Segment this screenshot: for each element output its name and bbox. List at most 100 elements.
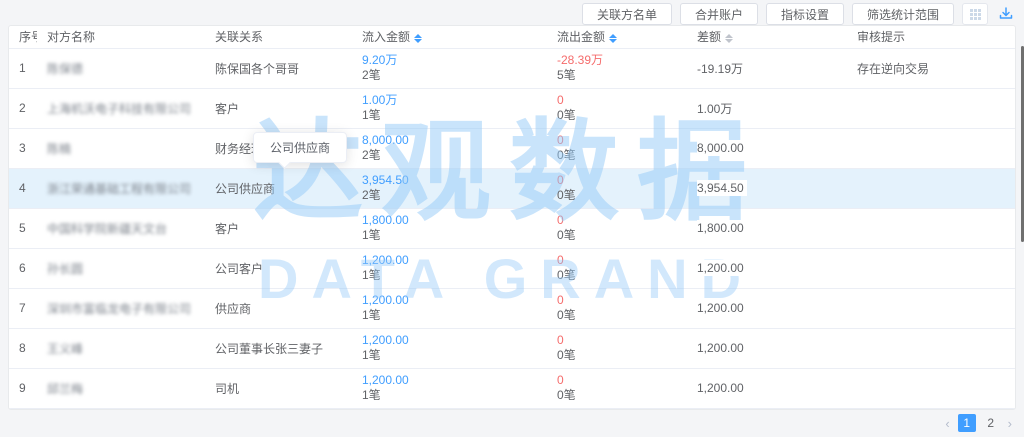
outflow-count: 0笔 xyxy=(557,228,576,242)
cell-counterparty-name: 王义峰 xyxy=(37,328,205,368)
download-button[interactable] xyxy=(996,3,1016,25)
cell-counterparty-name: 陈楠 xyxy=(37,128,205,168)
cell-difference: 1,200.00 xyxy=(687,288,847,328)
cell-inflow: 1,200.00 1笔 xyxy=(352,248,547,288)
related-party-table-panel: 序号 对方名称 关联关系 流入金额 流出金额 差额 审核提示 1 xyxy=(8,25,1016,410)
column-header-difference[interactable]: 差额 xyxy=(687,26,847,48)
grid-icon xyxy=(970,9,981,20)
table-row[interactable]: 4 浙江荣通基础工程有限公司 公司供应商 3,954.50 2笔 0 0笔 3,… xyxy=(9,168,1015,208)
cell-outflow: -28.39万 5笔 xyxy=(547,48,687,88)
related-party-table: 序号 对方名称 关联关系 流入金额 流出金额 差额 审核提示 1 xyxy=(9,26,1015,409)
cell-outflow: 0 0笔 xyxy=(547,168,687,208)
page-button-1[interactable]: 1 xyxy=(958,414,976,432)
column-header-inflow-amount[interactable]: 流入金额 xyxy=(352,26,547,48)
cell-outflow: 0 0笔 xyxy=(547,248,687,288)
inflow-amount-link[interactable]: 1.00万 xyxy=(362,93,537,108)
cell-difference: 1.00万 xyxy=(687,88,847,128)
redacted-name: 浙江荣通基础工程有限公司 xyxy=(47,182,191,196)
cell-outflow: 0 0笔 xyxy=(547,208,687,248)
table-row[interactable]: 6 孙长圆 公司客户 1,200.00 1笔 0 0笔 1,200.00 xyxy=(9,248,1015,288)
column-header-index: 序号 xyxy=(9,26,37,48)
indicator-settings-button[interactable]: 指标设置 xyxy=(766,3,844,25)
redacted-name: 中国科学院新疆天文台 xyxy=(47,222,167,236)
outflow-amount-link[interactable]: 0 xyxy=(557,93,677,108)
outflow-count: 0笔 xyxy=(557,108,576,122)
cell-index: 2 xyxy=(9,88,37,128)
table-row[interactable]: 2 上海机沃电子科技有限公司 客户 1.00万 1笔 0 0笔 1.00万 xyxy=(9,88,1015,128)
outflow-amount-link[interactable]: -28.39万 xyxy=(557,53,677,68)
inflow-amount-link[interactable]: 1,200.00 xyxy=(362,333,537,348)
inflow-amount-link[interactable]: 8,000.00 xyxy=(362,133,537,148)
column-header-relationship: 关联关系 xyxy=(205,26,352,48)
outflow-amount-link[interactable]: 0 xyxy=(557,293,677,308)
cell-relationship: 客户 xyxy=(205,88,352,128)
table-row[interactable]: 9 邱兰梅 司机 1,200.00 1笔 0 0笔 1,200.00 xyxy=(9,368,1015,408)
redacted-name: 深圳市富临龙电子有限公司 xyxy=(47,302,191,316)
sort-icon[interactable] xyxy=(609,34,617,43)
download-icon xyxy=(999,7,1013,21)
inflow-amount-link[interactable]: 9.20万 xyxy=(362,53,537,68)
outflow-amount-link[interactable]: 0 xyxy=(557,373,677,388)
cell-outflow: 0 0笔 xyxy=(547,288,687,328)
redacted-name: 上海机沃电子科技有限公司 xyxy=(47,102,191,116)
cell-relationship: 公司董事长张三妻子 xyxy=(205,328,352,368)
cell-index: 5 xyxy=(9,208,37,248)
filter-statistics-range-button[interactable]: 筛选统计范围 xyxy=(852,3,954,25)
cell-inflow: 8,000.00 2笔 xyxy=(352,128,547,168)
cell-inflow: 1,200.00 1笔 xyxy=(352,368,547,408)
outflow-count: 5笔 xyxy=(557,68,576,82)
cell-difference: 1,200.00 xyxy=(687,328,847,368)
cell-index: 8 xyxy=(9,328,37,368)
cell-relationship: 司机 xyxy=(205,368,352,408)
table-row[interactable]: 7 深圳市富临龙电子有限公司 供应商 1,200.00 1笔 0 0笔 1,20… xyxy=(9,288,1015,328)
outflow-count: 0笔 xyxy=(557,188,576,202)
grid-icon-button[interactable] xyxy=(962,3,988,25)
related-party-list-button[interactable]: 关联方名单 xyxy=(582,3,672,25)
cell-index: 3 xyxy=(9,128,37,168)
inflow-amount-link[interactable]: 1,800.00 xyxy=(362,213,537,228)
sort-icon[interactable] xyxy=(725,34,733,43)
outflow-amount-link[interactable]: 0 xyxy=(557,333,677,348)
pagination: ‹ 1 2 › xyxy=(943,414,1014,432)
cell-counterparty-name: 中国科学院新疆天文台 xyxy=(37,208,205,248)
cell-difference: 1,200.00 xyxy=(687,368,847,408)
outflow-amount-link[interactable]: 0 xyxy=(557,253,677,268)
table-row[interactable]: 8 王义峰 公司董事长张三妻子 1,200.00 1笔 0 0笔 1,200.0… xyxy=(9,328,1015,368)
cell-audit-hint xyxy=(847,88,1015,128)
cell-counterparty-name: 上海机沃电子科技有限公司 xyxy=(37,88,205,128)
inflow-amount-link[interactable]: 1,200.00 xyxy=(362,373,537,388)
outflow-amount-link[interactable]: 0 xyxy=(557,213,677,228)
column-header-counterparty-name: 对方名称 xyxy=(37,26,205,48)
outflow-count: 0笔 xyxy=(557,388,576,402)
next-page-arrow[interactable]: › xyxy=(1006,416,1014,431)
cell-difference: 1,800.00 xyxy=(687,208,847,248)
outflow-amount-link[interactable]: 0 xyxy=(557,133,677,148)
cell-index: 9 xyxy=(9,368,37,408)
redacted-name: 孙长圆 xyxy=(47,262,83,276)
cell-difference: -19.19万 xyxy=(687,48,847,88)
cell-audit-hint xyxy=(847,288,1015,328)
inflow-amount-link[interactable]: 1,200.00 xyxy=(362,253,537,268)
outflow-amount-link[interactable]: 0 xyxy=(557,173,677,188)
cell-relationship: 供应商 xyxy=(205,288,352,328)
table-header-row: 序号 对方名称 关联关系 流入金额 流出金额 差额 审核提示 xyxy=(9,26,1015,48)
table-row[interactable]: 1 陈保德 陈保国各个哥哥 9.20万 2笔 -28.39万 5笔 -19.19… xyxy=(9,48,1015,88)
cell-inflow: 1,200.00 1笔 xyxy=(352,288,547,328)
redacted-name: 陈保德 xyxy=(47,62,83,76)
column-header-outflow-amount[interactable]: 流出金额 xyxy=(547,26,687,48)
redacted-name: 王义峰 xyxy=(47,342,83,356)
table-row[interactable]: 5 中国科学院新疆天文台 客户 1,800.00 1笔 0 0笔 1,800.0… xyxy=(9,208,1015,248)
table-row[interactable]: 3 陈楠 财务经理 8,000.00 2笔 0 0笔 8,000.00 xyxy=(9,128,1015,168)
cell-index: 4 xyxy=(9,168,37,208)
sort-icon[interactable] xyxy=(414,34,422,43)
cell-audit-hint: 存在逆向交易 xyxy=(847,48,1015,88)
inflow-amount-link[interactable]: 1,200.00 xyxy=(362,293,537,308)
redacted-name: 邱兰梅 xyxy=(47,382,83,396)
inflow-amount-link[interactable]: 3,954.50 xyxy=(362,173,537,188)
page-button-2[interactable]: 2 xyxy=(982,414,1000,432)
prev-page-arrow[interactable]: ‹ xyxy=(943,416,951,431)
merge-accounts-button[interactable]: 合并账户 xyxy=(680,3,758,25)
outflow-count: 0笔 xyxy=(557,308,576,322)
cell-outflow: 0 0笔 xyxy=(547,368,687,408)
cell-inflow: 9.20万 2笔 xyxy=(352,48,547,88)
